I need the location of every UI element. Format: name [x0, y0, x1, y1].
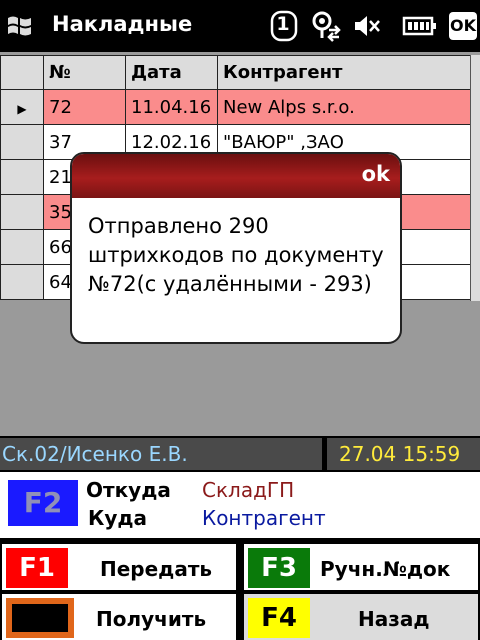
row-selector-header: [0, 55, 44, 90]
to-value: Контрагент: [202, 506, 326, 530]
row-selector[interactable]: [0, 124, 44, 160]
table-row[interactable]: ▶ 72 11.04.16 New Alps s.r.o.: [0, 89, 471, 125]
column-header-number[interactable]: №: [43, 55, 126, 90]
from-value: СкладГП: [202, 478, 295, 502]
row-selector[interactable]: [0, 264, 44, 300]
f3-key-icon: F3: [248, 548, 310, 588]
ok-button[interactable]: OK: [448, 10, 478, 42]
connectivity-icon[interactable]: [308, 10, 344, 42]
f1-key-icon: F1: [6, 548, 68, 588]
f4-key-icon: F4: [248, 598, 310, 638]
column-header-date[interactable]: Дата: [125, 55, 218, 90]
manual-doc-button-label: Ручн.№док: [320, 557, 451, 581]
number-badge-icon[interactable]: 1: [268, 10, 300, 42]
send-button-label: Передать: [100, 557, 213, 581]
ok-label: OK: [449, 12, 477, 40]
f2-key-button[interactable]: F2: [8, 480, 78, 526]
title-bar: Накладные 1 OK: [0, 0, 480, 52]
cell-partner: New Alps s.r.o.: [217, 89, 471, 125]
route-panel: F2 Откуда Куда СкладГП Контрагент: [0, 472, 480, 538]
windows-logo-icon[interactable]: [6, 12, 34, 40]
row-selector[interactable]: [0, 159, 44, 195]
status-user: Ск.02/Исенко Е.В.: [0, 438, 322, 470]
dialog-header: ok: [72, 154, 400, 198]
back-button-label: Назад: [358, 607, 430, 631]
speaker-muted-icon[interactable]: [352, 10, 382, 42]
back-button[interactable]: F4 Назад: [242, 592, 480, 640]
app-title: Накладные: [52, 12, 193, 36]
to-label: Куда: [88, 506, 148, 530]
badge-number: 1: [276, 13, 290, 35]
manual-doc-button[interactable]: F3 Ручн.№док: [242, 542, 480, 592]
table-header-row: № Дата Контрагент: [0, 55, 471, 90]
status-datetime: 27.04 15:59: [327, 438, 480, 470]
current-row-indicator-icon: ▶: [17, 101, 27, 116]
receive-button[interactable]: Получить: [0, 592, 238, 640]
cell-number: 72: [43, 89, 126, 125]
receive-button-label: Получить: [96, 607, 207, 631]
row-selector[interactable]: [0, 194, 44, 230]
dialog-message: Отправлено 290 штрихкодов по документу №…: [88, 214, 384, 296]
cell-date: 11.04.16: [125, 89, 218, 125]
status-bar: Ск.02/Исенко Е.В. 27.04 15:59: [0, 436, 480, 472]
function-button-bar: F1 Передать F3 Ручн.№док Получить F4 Наз…: [0, 538, 480, 640]
from-label: Откуда: [86, 478, 171, 502]
receive-key-icon: [6, 598, 74, 638]
row-selector[interactable]: [0, 229, 44, 265]
notification-dialog: ok Отправлено 290 штрихкодов по документ…: [70, 152, 402, 344]
dialog-ok-button[interactable]: ok: [362, 162, 390, 186]
battery-icon[interactable]: [402, 10, 438, 42]
row-selector[interactable]: ▶: [0, 89, 44, 125]
send-button[interactable]: F1 Передать: [0, 542, 238, 592]
scrollbar[interactable]: [470, 55, 480, 301]
column-header-partner[interactable]: Контрагент: [217, 55, 471, 90]
